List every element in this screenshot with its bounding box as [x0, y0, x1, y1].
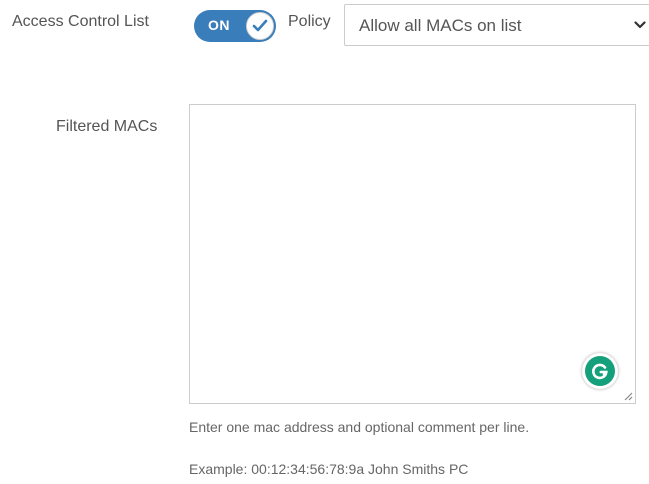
chevron-down-icon [634, 21, 646, 29]
filtered-macs-textarea[interactable] [189, 104, 636, 404]
policy-select[interactable]: Allow all MACs on list [344, 4, 649, 46]
acl-toggle[interactable]: ON [194, 10, 276, 42]
acl-label: Access Control List [12, 13, 149, 30]
grammarly-icon [585, 356, 615, 386]
resize-handle-icon[interactable] [623, 391, 633, 401]
grammarly-g-glyph [592, 363, 608, 380]
acl-settings-panel: Access Control List ON Policy Allow all … [0, 0, 649, 484]
filtered-macs-label: Filtered MACs [56, 118, 158, 135]
check-icon [252, 19, 268, 32]
grammarly-button[interactable] [582, 353, 618, 389]
policy-selected-value: Allow all MACs on list [359, 16, 522, 35]
toggle-knob [246, 12, 274, 40]
policy-label: Policy [288, 13, 331, 30]
toggle-state-text: ON [208, 17, 230, 33]
help-text-line1: Enter one mac address and optional comme… [189, 419, 530, 435]
help-text-example: Example: 00:12:34:56:78:9a John Smiths P… [189, 461, 469, 477]
